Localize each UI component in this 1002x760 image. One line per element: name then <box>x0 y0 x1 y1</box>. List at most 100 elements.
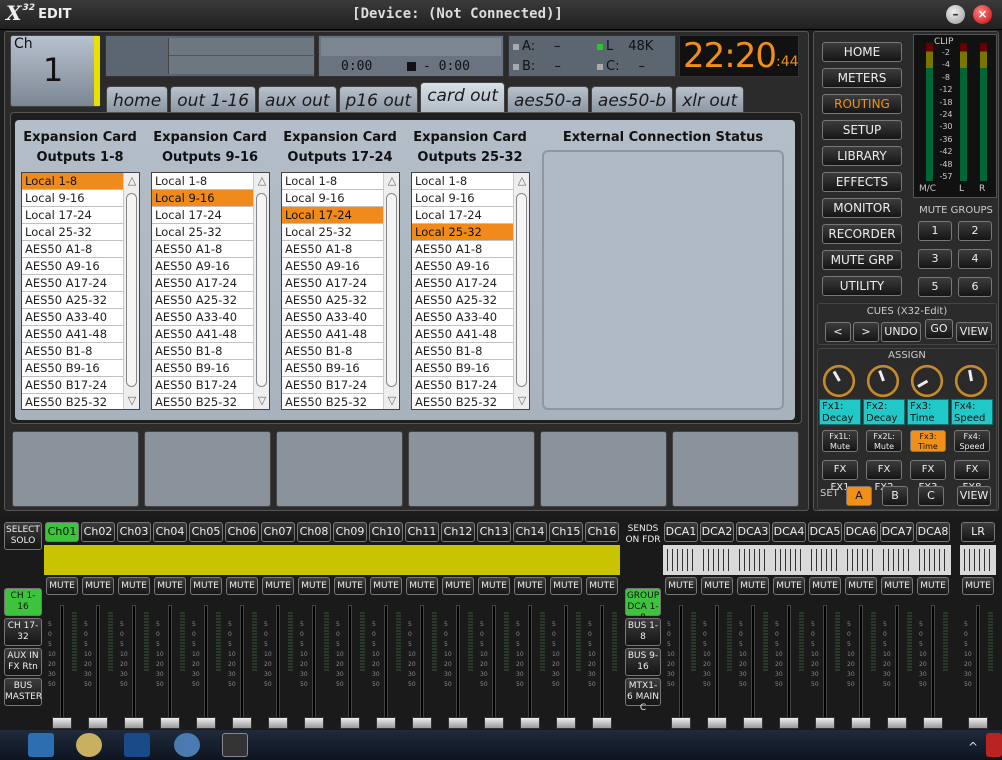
list-item[interactable]: AES50 A33-40 <box>152 309 254 326</box>
mute-group-6-button[interactable]: 6 <box>958 277 992 297</box>
list-item[interactable]: AES50 A1-8 <box>282 241 384 258</box>
fader-track[interactable] <box>492 605 496 723</box>
mute-button[interactable]: MUTE <box>154 577 186 595</box>
tab-aes50-b[interactable]: aes50-b <box>590 86 674 112</box>
scroll-thumb[interactable] <box>386 193 397 387</box>
list-item[interactable]: AES50 A25-32 <box>22 292 124 309</box>
scroll-down-icon[interactable]: ▽ <box>125 394 139 408</box>
channel-select-button[interactable]: Ch13 <box>477 522 511 542</box>
list-item[interactable]: AES50 A1-8 <box>22 241 124 258</box>
list-item[interactable]: Local 9-16 <box>412 190 514 207</box>
nav-monitor-button[interactable]: MONITOR <box>822 198 902 218</box>
list-item[interactable]: AES50 B25-32 <box>152 394 254 409</box>
mute-button[interactable]: MUTE <box>298 577 330 595</box>
channel-select-button[interactable]: Ch04 <box>153 522 187 542</box>
channel-select-button[interactable]: Ch03 <box>117 522 151 542</box>
output-source-list[interactable]: Local 1-8 Local 9-16 Local 17-24 Local 25-3… <box>411 172 530 410</box>
nav-utility-button[interactable]: UTILITY <box>822 276 902 296</box>
assign-fx-param-button[interactable]: Fx3: Time <box>910 430 946 452</box>
fader-track[interactable] <box>751 605 755 723</box>
mute-button[interactable]: MUTE <box>262 577 294 595</box>
list-item[interactable]: AES50 A41-48 <box>412 326 514 343</box>
nav-recorder-button[interactable]: RECORDER <box>822 224 902 244</box>
list-item[interactable]: AES50 A41-48 <box>282 326 384 343</box>
channel-select-button[interactable]: Ch01 <box>45 522 79 542</box>
scroll-up-icon[interactable]: △ <box>255 174 269 188</box>
taskbar-app-icon[interactable] <box>28 733 54 757</box>
dca-label-button[interactable]: DCA2 <box>700 522 734 542</box>
assign-fx-param-button[interactable]: Fx1L: Mute <box>822 430 858 452</box>
mute-button[interactable]: MUTE <box>665 577 697 595</box>
mute-button[interactable]: MUTE <box>773 577 805 595</box>
dca-label-button[interactable]: DCA1 <box>664 522 698 542</box>
fader-handle[interactable] <box>304 717 324 729</box>
list-item[interactable]: AES50 A25-32 <box>152 292 254 309</box>
list-item[interactable]: AES50 B1-8 <box>282 343 384 360</box>
fader-layer-bus-9-16-button[interactable]: BUS 9-16 <box>625 648 661 676</box>
mute-group-2-button[interactable]: 2 <box>958 221 992 241</box>
nav-library-button[interactable]: LIBRARY <box>822 146 902 166</box>
layer-bus-master-button[interactable]: BUS MASTER <box>4 678 42 706</box>
list-item[interactable]: AES50 B1-8 <box>412 343 514 360</box>
fader-track[interactable] <box>456 605 460 723</box>
list-item[interactable]: AES50 B9-16 <box>22 360 124 377</box>
set-c-button[interactable]: C <box>918 486 944 506</box>
mute-button[interactable]: MUTE <box>82 577 114 595</box>
mute-button[interactable]: MUTE <box>514 577 546 595</box>
fader-handle[interactable] <box>592 717 612 729</box>
assign-fx-param-button[interactable]: Fx4: Speed <box>954 430 990 452</box>
tab-out-1-16[interactable]: out 1-16 <box>170 86 257 112</box>
layer-ch-17-32-button[interactable]: CH 17-32 <box>4 618 42 646</box>
list-item[interactable]: Local 1-8 <box>412 173 514 190</box>
mute-group-3-button[interactable]: 3 <box>918 249 952 269</box>
mute-button[interactable]: MUTE <box>881 577 913 595</box>
list-item[interactable]: Local 17-24 <box>152 207 254 224</box>
mute-button[interactable]: MUTE <box>917 577 949 595</box>
fader-handle[interactable] <box>707 717 727 729</box>
fader-handle[interactable] <box>412 717 432 729</box>
fader-track[interactable] <box>528 605 532 723</box>
mute-button[interactable]: MUTE <box>809 577 841 595</box>
nav-mute-grp-button[interactable]: MUTE GRP <box>822 250 902 270</box>
list-item[interactable]: AES50 B1-8 <box>152 343 254 360</box>
layer-aux-in-fx-rtn-button[interactable]: AUX IN FX Rtn <box>4 648 42 676</box>
layer-select-solo-button[interactable]: SELECT SOLO <box>4 522 42 550</box>
list-item[interactable]: Local 25-32 <box>152 224 254 241</box>
fader-track[interactable] <box>859 605 863 723</box>
list-item[interactable]: AES50 B25-32 <box>282 394 384 409</box>
mute-button[interactable]: MUTE <box>190 577 222 595</box>
set-b-button[interactable]: B <box>882 486 908 506</box>
list-item[interactable]: Local 25-32 <box>412 224 514 241</box>
scroll-thumb[interactable] <box>256 193 267 387</box>
assign-view-button[interactable]: VIEW <box>957 486 991 506</box>
fader-handle[interactable] <box>815 717 835 729</box>
nav-routing-button[interactable]: ROUTING <box>822 94 902 114</box>
taskbar-disc-icon[interactable] <box>76 733 102 757</box>
assign-fx-button[interactable]: FX FX3 <box>910 460 946 493</box>
layer-ch-1-16-button[interactable]: CH 1-16 <box>4 588 42 616</box>
list-item[interactable]: AES50 B25-32 <box>412 394 514 409</box>
fader-handle[interactable] <box>520 717 540 729</box>
list-item[interactable]: AES50 A17-24 <box>152 275 254 292</box>
mute-button[interactable]: MUTE <box>406 577 438 595</box>
list-item[interactable]: AES50 B17-24 <box>152 377 254 394</box>
cue-go-button[interactable]: GO <box>925 319 953 339</box>
output-source-list[interactable]: Local 1-8 Local 9-16 Local 17-24 Local 25-3… <box>21 172 140 410</box>
cue-view-button[interactable]: VIEW <box>956 322 992 342</box>
nav-setup-button[interactable]: SETUP <box>822 120 902 140</box>
fader-handle[interactable] <box>232 717 252 729</box>
assign-fx-button[interactable]: FX FX1 <box>822 460 858 493</box>
list-item[interactable]: Local 25-32 <box>282 224 384 241</box>
fader-track[interactable] <box>60 605 64 723</box>
cue-prev-button[interactable]: < <box>825 322 851 342</box>
scroll-down-icon[interactable]: ▽ <box>255 394 269 408</box>
channel-select-button[interactable]: Ch10 <box>369 522 403 542</box>
fader-handle[interactable] <box>671 717 691 729</box>
scroll-thumb[interactable] <box>126 193 137 387</box>
tab-aux-out[interactable]: aux out <box>258 86 337 112</box>
channel-select-button[interactable]: Ch08 <box>297 522 331 542</box>
mute-group-4-button[interactable]: 4 <box>958 249 992 269</box>
tab-card-out[interactable]: card out <box>420 82 505 112</box>
fader-handle[interactable] <box>196 717 216 729</box>
list-item[interactable]: AES50 B9-16 <box>282 360 384 377</box>
